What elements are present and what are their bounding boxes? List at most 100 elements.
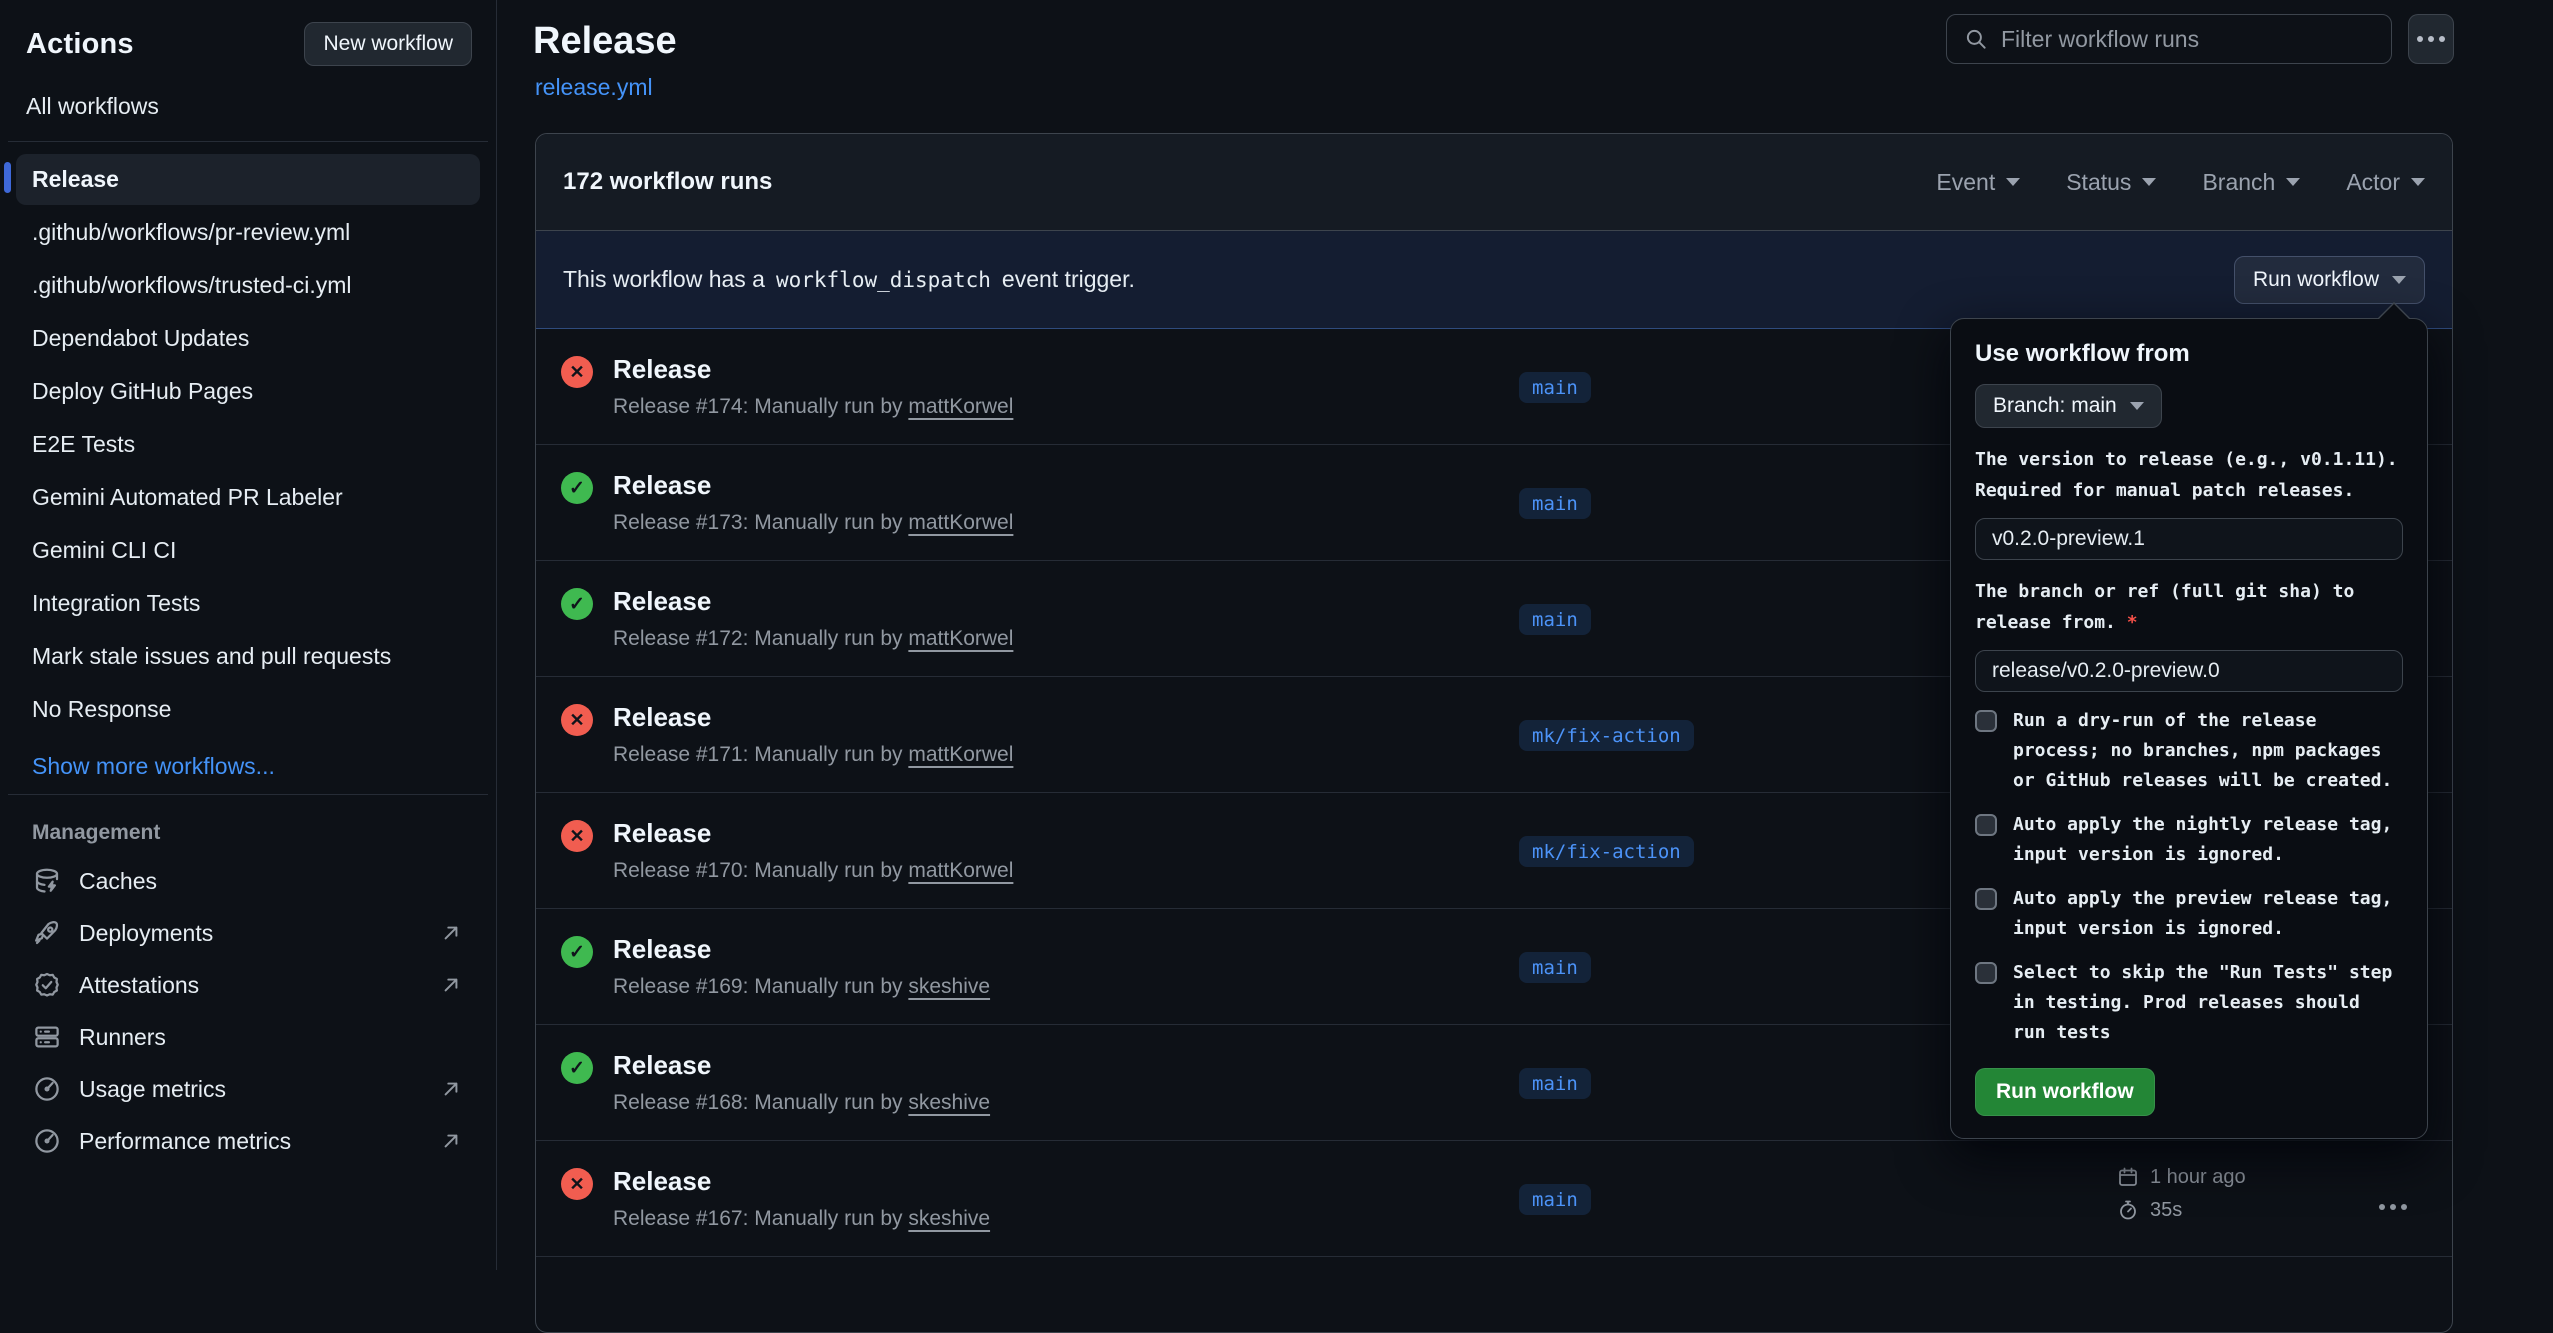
show-more-workflows-link[interactable]: Show more workflows...	[0, 741, 496, 794]
branch-badge[interactable]: main	[1519, 488, 1591, 519]
run-status-icon	[561, 472, 593, 504]
run-actor-link[interactable]: mattKorwel	[908, 859, 1013, 882]
run-title[interactable]: Release	[613, 586, 711, 617]
run-options-kebab-button[interactable]	[2384, 1191, 2402, 1221]
run-title[interactable]: Release	[613, 934, 711, 965]
kebab-icon	[2428, 36, 2434, 42]
workflow-item-label: .github/workflows/pr-review.yml	[32, 219, 350, 245]
banner-code: workflow_dispatch	[776, 268, 991, 292]
runs-filter-dropdown[interactable]: Actor	[2346, 169, 2425, 196]
chevron-down-icon	[2130, 402, 2144, 410]
checkbox[interactable]	[1975, 888, 1997, 910]
run-actor-link[interactable]: mattKorwel	[908, 743, 1013, 766]
sidebar-item-runners[interactable]: Runners	[16, 1011, 480, 1063]
rocket-icon	[32, 918, 62, 948]
workflow-item-label: Dependabot Updates	[32, 325, 249, 351]
run-actor-link[interactable]: skeshive	[908, 975, 990, 998]
run-description: Release #171: Manually run by mattKorwel	[613, 743, 1013, 767]
sidebar-workflow-item[interactable]: Integration Tests	[16, 578, 480, 629]
checkbox-label: Run a dry-run of the release process; no…	[2013, 706, 2403, 796]
sidebar-workflow-item[interactable]: Gemini Automated PR Labeler	[16, 472, 480, 523]
sidebar-workflow-item[interactable]: .github/workflows/trusted-ci.yml	[16, 260, 480, 311]
runs-filter-dropdown[interactable]: Branch	[2202, 169, 2300, 196]
workflow-options-kebab-button[interactable]	[2408, 14, 2454, 64]
branch-selector-button[interactable]: Branch: main	[1975, 384, 2162, 428]
workflow-file-link[interactable]: release.yml	[535, 74, 653, 101]
calendar-icon	[2116, 1165, 2140, 1189]
sidebar-item-label: Attestations	[79, 972, 199, 999]
ref-input[interactable]	[1975, 650, 2403, 692]
workflow-item-label: Gemini CLI CI	[32, 537, 176, 563]
sidebar-item-performance-metrics[interactable]: Performance metrics	[16, 1115, 480, 1167]
run-actor-link[interactable]: mattKorwel	[908, 511, 1013, 534]
workflow-item-label: Integration Tests	[32, 590, 200, 616]
branch-badge[interactable]: main	[1519, 372, 1591, 403]
version-input[interactable]	[1975, 518, 2403, 560]
sidebar-workflow-item[interactable]: Mark stale issues and pull requests	[16, 631, 480, 682]
popover-checkbox-row[interactable]: Run a dry-run of the release process; no…	[1975, 706, 2403, 796]
popover-checkbox-row[interactable]: Auto apply the nightly release tag, inpu…	[1975, 810, 2403, 870]
cache-icon	[32, 866, 62, 896]
sidebar-item-attestations[interactable]: Attestations	[16, 959, 480, 1011]
run-title[interactable]: Release	[613, 470, 711, 501]
run-description: Release #173: Manually run by mattKorwel	[613, 511, 1013, 535]
meter-icon	[32, 1074, 62, 1104]
checkbox[interactable]	[1975, 814, 1997, 836]
sidebar-item-deployments[interactable]: Deployments	[16, 907, 480, 959]
filter-label: Actor	[2346, 169, 2400, 196]
runs-list-header: 172 workflow runs Event Status Branch Ac…	[536, 134, 2452, 231]
branch-badge[interactable]: main	[1519, 604, 1591, 635]
chevron-down-icon	[2392, 276, 2406, 284]
run-title[interactable]: Release	[613, 354, 711, 385]
sidebar-workflow-item[interactable]: Dependabot Updates	[16, 313, 480, 364]
filter-label: Branch	[2202, 169, 2275, 196]
run-actor-link[interactable]: skeshive	[908, 1207, 990, 1230]
popover-checkbox-row[interactable]: Select to skip the "Run Tests" step in t…	[1975, 958, 2403, 1048]
branch-badge[interactable]: mk/fix-action	[1519, 836, 1694, 867]
checkbox[interactable]	[1975, 962, 1997, 984]
sidebar-workflow-item[interactable]: Gemini CLI CI	[16, 525, 480, 576]
sidebar-item-label: Performance metrics	[79, 1128, 291, 1155]
sidebar-item-usage-metrics[interactable]: Usage metrics	[16, 1063, 480, 1115]
sidebar-item-caches[interactable]: Caches	[16, 855, 480, 907]
new-workflow-button[interactable]: New workflow	[304, 22, 472, 66]
run-actor-link[interactable]: mattKorwel	[908, 627, 1013, 650]
run-title[interactable]: Release	[613, 1166, 711, 1197]
popover-title: Use workflow from	[1975, 340, 2403, 368]
sidebar-item-label: Usage metrics	[79, 1076, 226, 1103]
branch-badge[interactable]: main	[1519, 952, 1591, 983]
workflow-item-label: Mark stale issues and pull requests	[32, 643, 391, 669]
external-link-icon	[438, 972, 464, 998]
branch-badge[interactable]: main	[1519, 1068, 1591, 1099]
run-workflow-submit-button[interactable]: Run workflow	[1975, 1068, 2155, 1116]
sidebar-workflow-item[interactable]: .github/workflows/pr-review.yml	[16, 207, 480, 258]
external-link-icon	[438, 1128, 464, 1154]
popover-checkbox-row[interactable]: Auto apply the preview release tag, inpu…	[1975, 884, 2403, 944]
run-title[interactable]: Release	[613, 702, 711, 733]
run-status-icon	[561, 820, 593, 852]
run-title[interactable]: Release	[613, 818, 711, 849]
sidebar-workflow-item[interactable]: Deploy GitHub Pages	[16, 366, 480, 417]
verified-icon	[32, 970, 62, 1000]
runs-count: 172 workflow runs	[563, 168, 772, 196]
sidebar-workflow-item[interactable]: Release	[16, 154, 480, 205]
filter-workflow-runs-input[interactable]	[2001, 26, 2375, 53]
branch-badge[interactable]: mk/fix-action	[1519, 720, 1694, 751]
sidebar-workflow-item[interactable]: E2E Tests	[16, 419, 480, 470]
run-workflow-dropdown-button[interactable]: Run workflow	[2234, 256, 2425, 304]
run-title[interactable]: Release	[613, 1050, 711, 1081]
run-status-icon	[561, 588, 593, 620]
workflow-item-label: Gemini Automated PR Labeler	[32, 484, 343, 510]
run-description: Release #168: Manually run by skeshive	[613, 1091, 990, 1115]
workflow-run-row[interactable]: Release Release #167: Manually run by sk…	[536, 1141, 2452, 1257]
run-actor-link[interactable]: mattKorwel	[908, 395, 1013, 418]
run-actor-link[interactable]: skeshive	[908, 1091, 990, 1114]
runs-filter-dropdown[interactable]: Event	[1936, 169, 2020, 196]
runs-filter-dropdown[interactable]: Status	[2066, 169, 2156, 196]
sidebar-item-all-workflows[interactable]: All workflows	[0, 66, 496, 141]
chevron-down-icon	[2411, 178, 2425, 186]
checkbox[interactable]	[1975, 710, 1997, 732]
sidebar-workflow-item[interactable]: No Response	[16, 684, 480, 735]
run-workflow-popover: Use workflow from Branch: main The versi…	[1950, 318, 2428, 1139]
branch-badge[interactable]: main	[1519, 1184, 1591, 1215]
